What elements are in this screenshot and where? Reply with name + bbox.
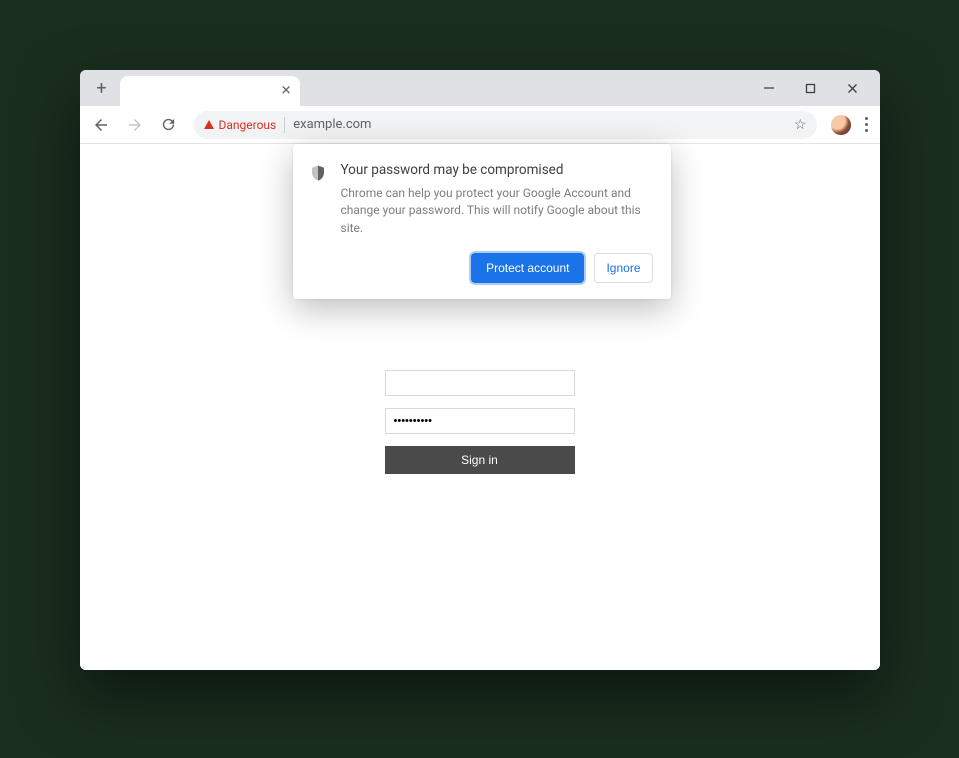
arrow-right-icon [126,116,144,134]
url-text: example.com [293,117,371,132]
browser-toolbar: Dangerous example.com ☆ [80,106,880,144]
close-icon [847,83,858,94]
popup-actions: Protect account Ignore [341,253,653,283]
kebab-dot-icon [865,117,868,120]
warning-triangle-icon [204,120,214,129]
reload-button[interactable] [154,110,184,140]
reload-icon [160,116,177,133]
window-maximize-button[interactable] [798,75,824,101]
popup-body: Your password may be compromised Chrome … [341,162,653,283]
page-content: Your password may be compromised Chrome … [80,144,880,670]
address-bar[interactable]: Dangerous example.com ☆ [194,111,817,139]
new-tab-button[interactable]: + [88,74,116,102]
username-field[interactable] [385,370,575,396]
popup-title: Your password may be compromised [341,162,653,178]
profile-avatar-button[interactable] [831,115,851,135]
popup-description: Chrome can help you protect your Google … [341,185,653,237]
kebab-dot-icon [865,129,868,132]
forward-button [120,110,150,140]
security-chip[interactable]: Dangerous [204,118,277,132]
browser-tab[interactable]: ✕ [120,76,300,106]
kebab-dot-icon [865,123,868,126]
window-minimize-button[interactable] [756,75,782,101]
sign-in-button[interactable]: Sign in [385,446,575,474]
browser-window: + ✕ Dange [80,70,880,670]
login-form: Sign in [385,370,575,670]
password-warning-popup: Your password may be compromised Chrome … [293,144,671,299]
window-controls [756,70,874,106]
maximize-icon [805,83,816,94]
ignore-button[interactable]: Ignore [594,253,652,283]
tab-close-button[interactable]: ✕ [281,84,292,99]
chip-divider [284,117,285,133]
password-field[interactable] [385,408,575,434]
minimize-icon [763,82,775,94]
plus-icon: + [96,78,106,99]
window-close-button[interactable] [840,75,866,101]
protect-account-button[interactable]: Protect account [471,253,584,283]
arrow-left-icon [92,116,110,134]
chrome-menu-button[interactable] [859,117,874,132]
back-button[interactable] [86,110,116,140]
tab-strip: + ✕ [80,70,880,106]
bookmark-star-button[interactable]: ☆ [794,117,807,133]
shield-icon [309,164,327,182]
security-label: Dangerous [219,118,277,132]
